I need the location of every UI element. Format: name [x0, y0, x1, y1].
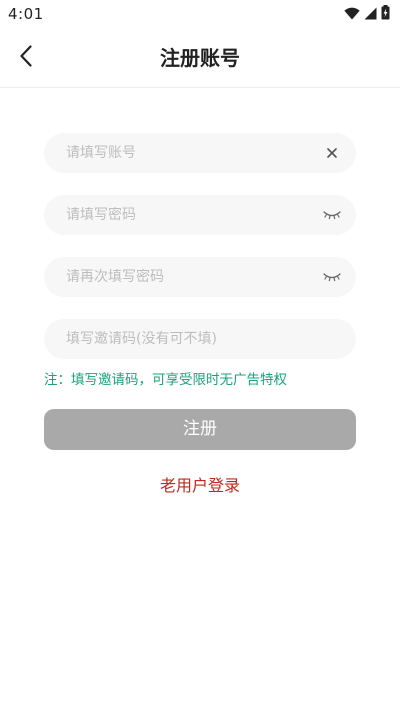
wifi-icon [344, 5, 360, 24]
confirm-password-field [44, 257, 356, 297]
status-bar: 4:01 [0, 0, 400, 28]
register-button[interactable]: 注册 [44, 409, 356, 450]
invite-code-input[interactable] [66, 331, 342, 347]
clear-icon[interactable] [322, 143, 342, 163]
account-input[interactable] [66, 145, 322, 161]
battery-icon [381, 4, 390, 24]
eye-closed-icon[interactable] [322, 267, 342, 287]
confirm-password-input[interactable] [66, 269, 322, 285]
page-title: 注册账号 [160, 46, 240, 70]
status-icons [344, 4, 390, 24]
existing-user-login-link[interactable]: 老用户登录 [0, 472, 400, 496]
signal-icon [364, 5, 377, 24]
account-field [44, 133, 356, 173]
status-time: 4:01 [8, 5, 44, 23]
header-bar: 注册账号 [0, 28, 400, 88]
password-input[interactable] [66, 207, 322, 223]
back-button[interactable] [8, 40, 44, 76]
register-screen: 4:01 注册账号 请填写账号 填写邀请码(没有可不填) 注：填写邀请码，可享受… [0, 0, 400, 711]
chevron-left-icon [19, 45, 33, 71]
eye-closed-icon[interactable] [322, 205, 342, 225]
invite-note: 注：填写邀请码，可享受限时无广告特权 [44, 372, 287, 388]
password-field [44, 195, 356, 235]
invite-code-field [44, 319, 356, 359]
